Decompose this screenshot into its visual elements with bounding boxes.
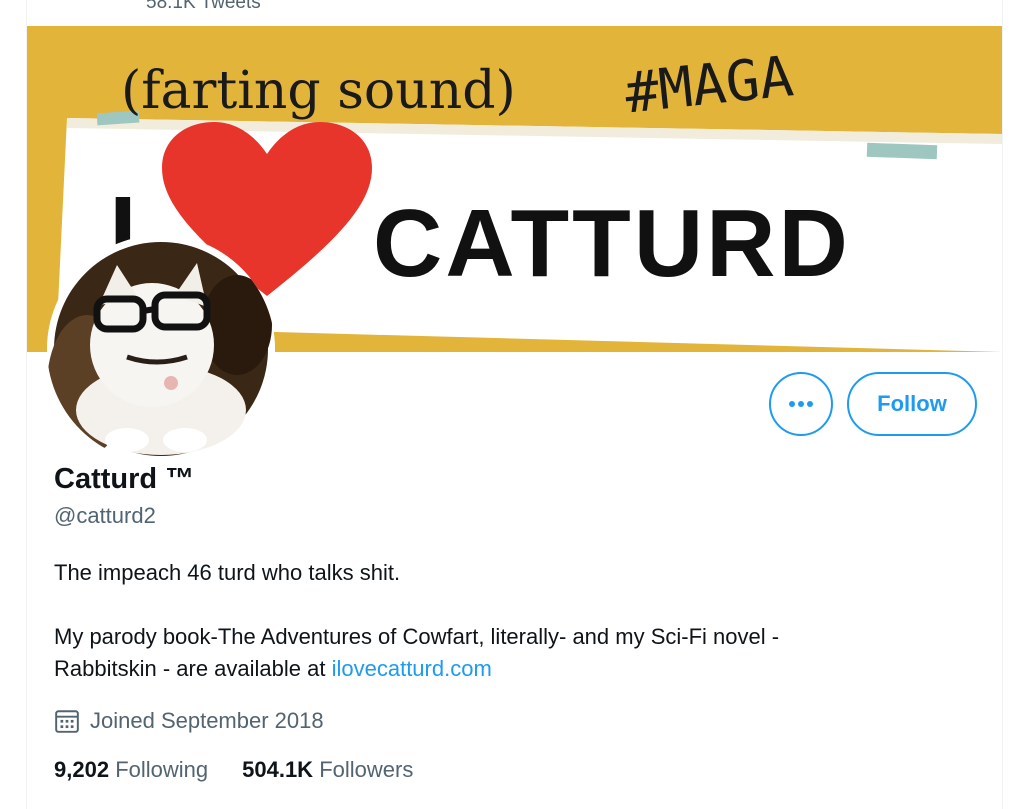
follow-button[interactable]: Follow <box>847 372 977 436</box>
more-dots-icon <box>789 401 813 407</box>
bio-line-2: My parody book-The Adventures of Cowfart… <box>54 624 780 649</box>
calendar-icon <box>55 710 79 733</box>
followers-count: 504.1K <box>242 757 314 782</box>
profile-stats: 9,202 Following 504.1K Followers <box>54 757 413 783</box>
joined-text: Joined September 2018 <box>90 708 324 733</box>
profile-handle: @catturd2 <box>54 503 156 528</box>
bio-line-3: Rabbitskin - are available at ilovecattu… <box>54 656 492 682</box>
following-count: 9,202 <box>54 757 110 782</box>
banner-brand: CATTURD <box>373 190 851 297</box>
banner-caption: (farting sound) <box>121 61 516 121</box>
bio-line-3-text: Rabbitskin - are available at <box>54 656 332 681</box>
following-link[interactable]: 9,202 Following <box>54 757 208 782</box>
profile-header-bar: 58.1K Tweets <box>0 0 1024 26</box>
avatar[interactable] <box>47 235 275 463</box>
display-name: Catturd ™ <box>54 463 195 495</box>
column-border-right <box>1002 0 1003 809</box>
followers-link[interactable]: 504.1K Followers <box>242 757 413 782</box>
more-options-button[interactable] <box>769 372 833 436</box>
avatar-image <box>47 235 275 463</box>
followers-label: Followers <box>319 757 414 782</box>
bio-website-link[interactable]: ilovecatturd.com <box>332 656 492 681</box>
following-label: Following <box>115 757 209 782</box>
tweet-count: 58.1K Tweets <box>146 0 261 13</box>
joined-date: Joined September 2018 <box>54 705 324 737</box>
bio-line-1: The impeach 46 turd who talks shit. <box>54 560 401 585</box>
